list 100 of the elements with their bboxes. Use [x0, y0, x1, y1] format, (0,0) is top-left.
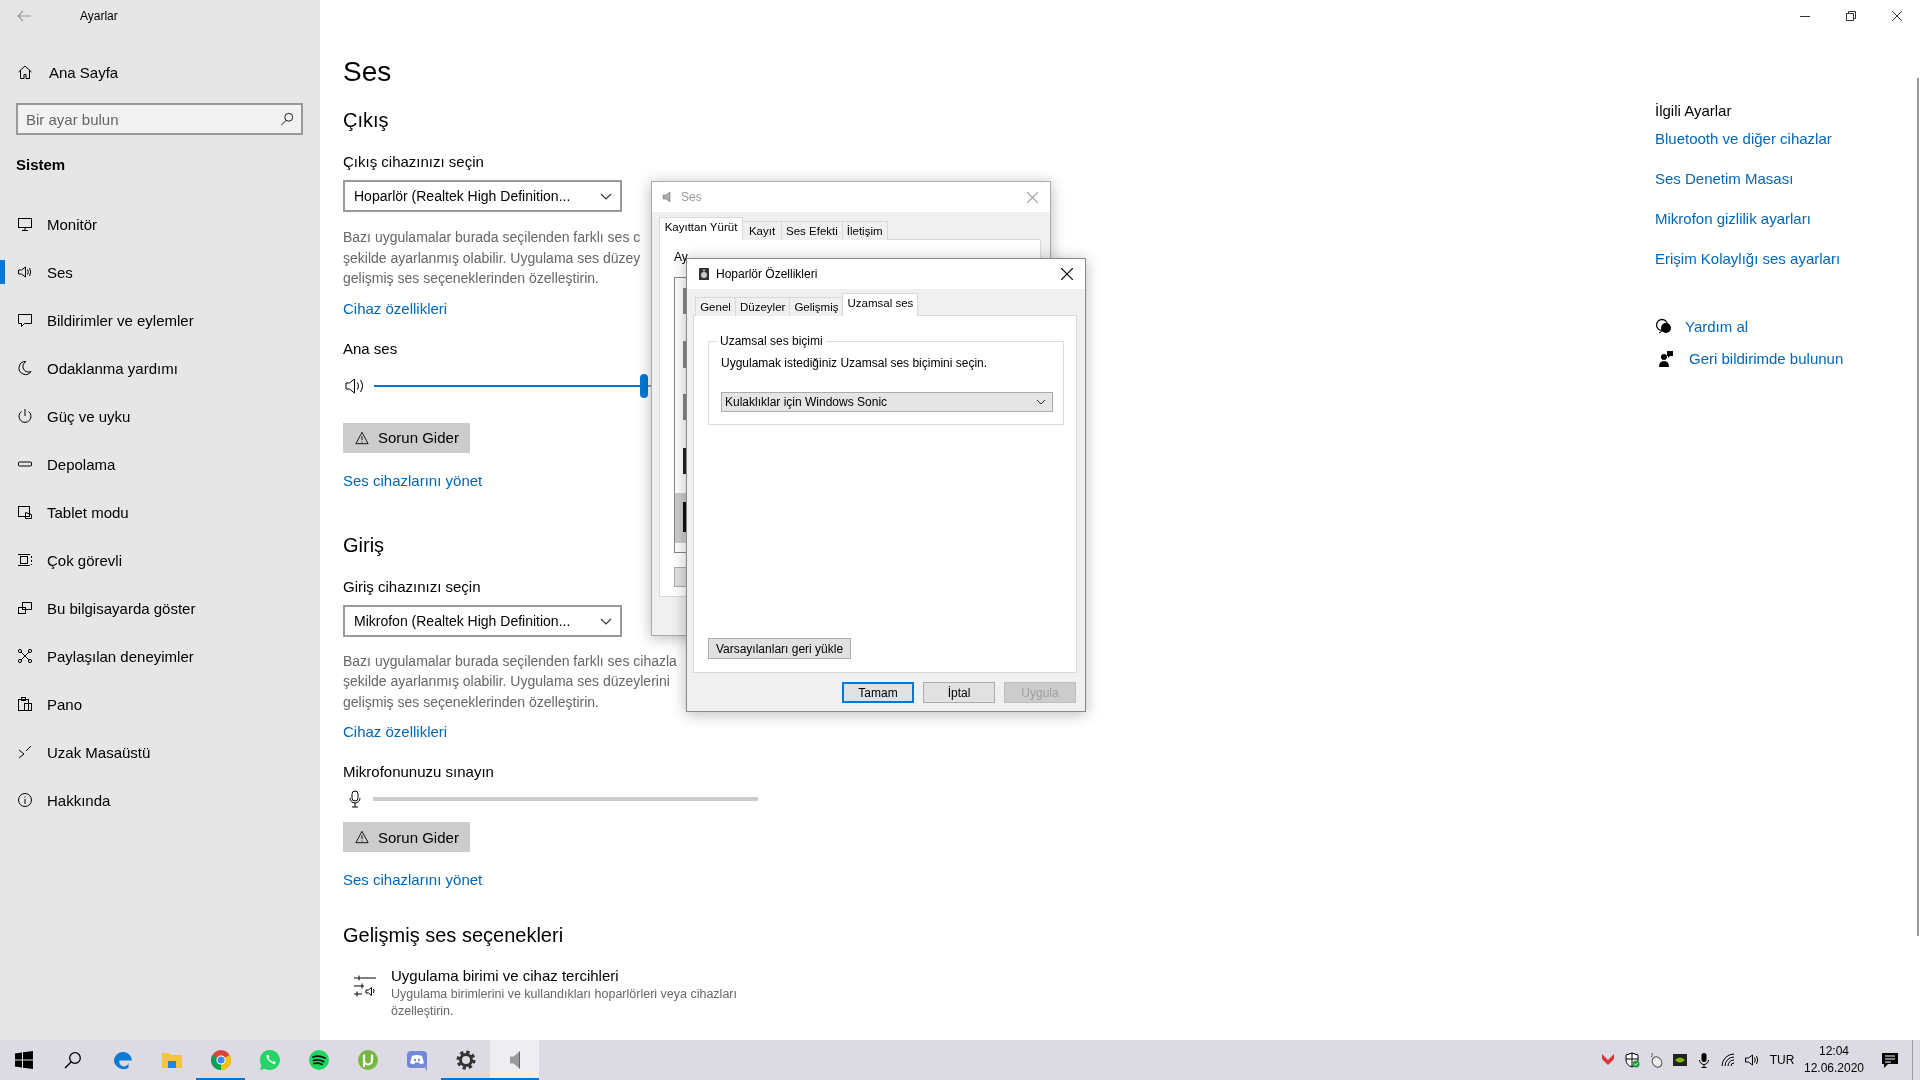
tab[interactable]: Ses Efekti	[781, 221, 843, 240]
back-arrow-icon	[16, 8, 32, 24]
nav-item[interactable]: Paylaşılan deneyimler	[0, 632, 320, 680]
device-properties-link[interactable]: Cihaz özellikleri	[343, 298, 448, 319]
dialog-title: Hoparlör Özellikleri	[716, 267, 818, 281]
section-heading: Giriş	[343, 532, 385, 558]
description-text: Bazı uygulamalar burada seçilenden farklı ses c şekilde ayarlanmış olabilir. Uygulama ses düzey gelişmiş ses seçeneklerinden özelleştirin.	[343, 228, 641, 288]
nav-item[interactable]: Güç ve uyku	[0, 392, 320, 440]
field-label: Mikrofonunuzu sınayın	[343, 762, 494, 782]
search-icon	[280, 112, 294, 126]
related-link[interactable]: Mikrofon gizlilik ayarları	[1655, 209, 1811, 229]
related-link[interactable]: Erişim Kolaylığı ses ayarları	[1655, 249, 1841, 269]
troubleshoot-button[interactable]: Sorun Gider	[343, 822, 470, 852]
page-title: Ses	[343, 55, 392, 89]
tab[interactable]: Genel	[695, 297, 736, 316]
device-properties-link[interactable]: Cihaz özellikleri	[343, 722, 448, 742]
notification-icon	[1881, 1051, 1899, 1069]
restore-defaults-button[interactable]: Varsayılanları geri yükle	[708, 638, 851, 659]
home-link[interactable]: Ana Sayfa	[0, 48, 300, 96]
related-link[interactable]: Bluetooth ve diğer cihazlar	[1655, 129, 1832, 149]
nav-item[interactable]: Tablet modu	[0, 488, 320, 536]
info-icon	[17, 792, 33, 808]
game-controller-icon	[404, 1048, 429, 1072]
description-text: Bazı uygulamalar burada seçilenden farklı ses cihazla şekilde ayarlanmış olabilir. Uygulama ses düzeylerini gelişmiş ses seçeneklerinden özelleştirin.	[343, 651, 677, 712]
option-link[interactable]: Uygulama birimi ve cihaz tercihleri	[391, 966, 771, 986]
speaker-icon	[17, 264, 33, 280]
sound-waves-icon	[306, 1048, 331, 1072]
graphics-icon	[1672, 1052, 1688, 1068]
nav-item[interactable]: Monitör	[0, 200, 320, 248]
search-icon	[63, 1051, 82, 1069]
window-title: Ayarlar	[80, 9, 118, 23]
field-label: Giriş cihazınızı seçin	[343, 576, 481, 597]
tab[interactable]: Kayıttan Yürüt	[659, 217, 743, 240]
clock-button[interactable]: 12:04 12.06.2020	[1800, 1040, 1868, 1080]
nav-item[interactable]: Bildirimler ve eylemler	[0, 296, 320, 344]
manage-devices-link[interactable]: Ses cihazlarını yönet	[343, 470, 483, 491]
close-icon	[1061, 268, 1073, 280]
tab[interactable]: İletişim	[841, 221, 888, 240]
tablet-icon	[17, 504, 33, 520]
troubleshoot-button[interactable]: Sorun Gider	[343, 422, 470, 453]
arrow-down-icon	[1600, 1052, 1616, 1068]
help-link[interactable]: Geri bildirimde bulunun	[1689, 347, 1844, 371]
nav-item[interactable]: Çok görevli	[0, 536, 320, 584]
circle-logo-icon	[355, 1048, 380, 1072]
tab[interactable]: Kayıt	[742, 221, 782, 240]
option-description: Uygulama birimlerini ve kullandıkları hoparlörleri veya cihazları özelleştirin.	[391, 986, 738, 1020]
message-icon	[17, 312, 33, 328]
instruction-text: Ay	[674, 250, 688, 264]
section-heading: Çıkış	[343, 108, 389, 133]
sliders-icon	[353, 974, 377, 998]
device-dropdown[interactable]: Mikrofon (Realtek High Definition...	[343, 604, 622, 637]
nav-item[interactable]: Bu bilgisayarda göster	[0, 584, 320, 632]
windows-stack-icon	[17, 552, 33, 568]
network-nodes-icon	[17, 648, 33, 664]
power-icon	[17, 408, 33, 424]
dialog-title: Ses	[681, 190, 702, 204]
search-field[interactable]: Bir ayar bulun	[16, 103, 303, 135]
format-dropdown[interactable]: Kulaklıklar için Windows Sonic	[721, 392, 1053, 412]
dialog-button[interactable]: İptal	[923, 682, 995, 703]
field-label: Çıkış cihazınızı seçin	[343, 152, 484, 172]
mouse-icon	[1648, 1052, 1664, 1068]
microphone-icon	[349, 790, 361, 808]
microphone-icon	[1696, 1052, 1712, 1068]
input-language-button[interactable]: TUR	[1764, 1040, 1800, 1080]
related-heading: İlgili Ayarlar	[1655, 101, 1732, 121]
chat-question-icon	[1655, 318, 1673, 336]
shield-icon	[1624, 1052, 1640, 1068]
nav-item[interactable]: Pano	[0, 680, 320, 728]
related-link[interactable]: Ses Denetim Masası	[1655, 169, 1794, 189]
circle-logo-icon	[208, 1048, 233, 1072]
device-dropdown[interactable]: Hoparlör (Realtek High Definition...	[343, 180, 622, 212]
tab[interactable]: Gelişmiş	[789, 297, 844, 316]
screens-icon	[17, 600, 33, 616]
field-label: Ana ses	[343, 338, 398, 359]
nav-item[interactable]: Uzak Masaüstü	[0, 728, 320, 776]
nav-item[interactable]: Odaklanma yardımı	[0, 344, 320, 392]
person-bubble-icon	[1659, 350, 1673, 368]
nav-item[interactable]: Hakkında	[0, 776, 320, 824]
chevrons-icon	[17, 744, 33, 760]
group-title: Uzamsal ses biçimi	[719, 334, 824, 348]
close-icon	[1892, 11, 1902, 21]
speaker-icon	[698, 267, 710, 281]
section-heading: Gelişmiş ses seçenekleri	[343, 923, 564, 948]
wifi-icon	[1720, 1052, 1736, 1068]
moon-icon	[17, 360, 33, 376]
home-icon	[17, 64, 33, 80]
help-link[interactable]: Yardım al	[1685, 315, 1749, 339]
tab[interactable]: Uzamsal ses	[842, 293, 919, 316]
close-icon	[1026, 191, 1038, 203]
nav-item[interactable]: Depolama	[0, 440, 320, 488]
caret-icon	[1036, 397, 1046, 407]
manage-devices-link[interactable]: Ses cihazlarını yönet	[343, 870, 483, 890]
scrollbar[interactable]	[1917, 78, 1919, 936]
dialog-button[interactable]: Tamam	[842, 682, 914, 703]
tab[interactable]: Düzeyler	[735, 297, 791, 316]
restore-icon	[1846, 11, 1856, 21]
phone-bubble-icon	[257, 1048, 282, 1072]
prompt-text: Uygulamak istediğiniz Uzamsal ses biçimini seçin.	[721, 356, 988, 370]
warning-icon	[355, 430, 369, 445]
warning-icon	[355, 830, 369, 844]
